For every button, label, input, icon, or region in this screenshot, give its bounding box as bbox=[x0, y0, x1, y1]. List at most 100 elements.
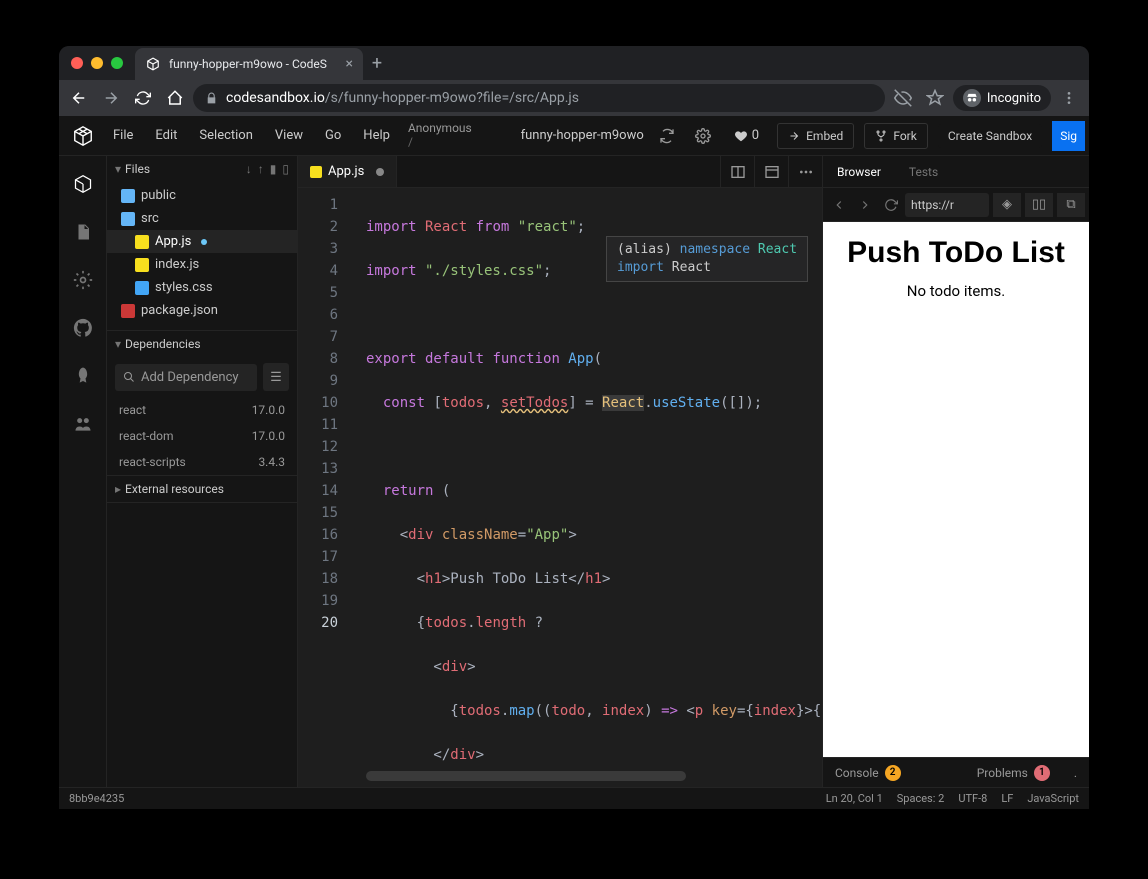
bottom-more[interactable]: . bbox=[1062, 766, 1089, 780]
horizontal-scrollbar[interactable] bbox=[366, 771, 686, 781]
menu-help[interactable]: Help bbox=[353, 122, 400, 149]
files-section-header[interactable]: ▾ Files ↓ ↑ ▮ ▯ bbox=[107, 156, 297, 182]
likes-count[interactable]: 0 bbox=[726, 128, 767, 143]
preview-open-new-icon[interactable]: ⧉ bbox=[1057, 193, 1085, 217]
heart-icon bbox=[734, 129, 748, 143]
js-file-icon bbox=[135, 235, 149, 249]
preview-heading: Push ToDo List bbox=[837, 236, 1075, 270]
layout-icon[interactable] bbox=[754, 156, 788, 188]
incognito-indicator[interactable]: Incognito bbox=[953, 85, 1051, 111]
sync-icon[interactable] bbox=[654, 123, 680, 149]
rail-settings-icon[interactable] bbox=[63, 260, 103, 300]
preview-tab-tests[interactable]: Tests bbox=[895, 156, 952, 187]
file-indexjs[interactable]: index.js bbox=[107, 253, 297, 276]
download-icon[interactable]: ↓ bbox=[246, 162, 252, 176]
editor-tab-appjs[interactable]: App.js bbox=[298, 156, 397, 187]
menu-selection[interactable]: Selection bbox=[189, 122, 262, 149]
browser-tab[interactable]: funny-hopper-m9owo - CodeS × bbox=[135, 48, 363, 80]
js-file-icon bbox=[310, 166, 322, 178]
address-bar[interactable]: codesandbox.io/s/funny-hopper-m9owo?file… bbox=[193, 84, 885, 112]
upload-icon[interactable]: ↑ bbox=[258, 162, 264, 176]
status-eol[interactable]: LF bbox=[1001, 792, 1013, 805]
js-file-icon bbox=[135, 258, 149, 272]
eye-off-icon[interactable] bbox=[889, 84, 917, 112]
dependencies-section-header[interactable]: ▾ Dependencies bbox=[107, 331, 297, 357]
preview-url[interactable]: https://r bbox=[905, 193, 989, 217]
project-name[interactable]: funny-hopper-m9owo bbox=[521, 128, 644, 143]
problems-tab[interactable]: Problems1 bbox=[965, 765, 1062, 781]
back-button[interactable] bbox=[65, 84, 93, 112]
rail-live-icon[interactable] bbox=[63, 404, 103, 444]
status-language[interactable]: JavaScript bbox=[1027, 792, 1079, 805]
status-spaces[interactable]: Spaces: 2 bbox=[897, 792, 945, 805]
dep-react[interactable]: react17.0.0 bbox=[107, 397, 297, 423]
console-tab[interactable]: Console2 bbox=[823, 765, 913, 781]
dep-react-scripts[interactable]: react-scripts3.4.3 bbox=[107, 449, 297, 475]
status-encoding[interactable]: UTF-8 bbox=[958, 792, 987, 805]
preview-tab-browser[interactable]: Browser bbox=[823, 156, 895, 187]
dependency-menu-button[interactable]: ☰ bbox=[263, 363, 289, 391]
menu-file[interactable]: File bbox=[103, 122, 143, 149]
preview-tool-1[interactable]: ◈ bbox=[993, 193, 1021, 217]
forward-button[interactable] bbox=[97, 84, 125, 112]
rail-github-icon[interactable] bbox=[63, 308, 103, 348]
bookmark-star-icon[interactable] bbox=[921, 84, 949, 112]
url-path: /s/funny-hopper-m9owo?file=/src/App.js bbox=[325, 90, 579, 106]
preview-tool-2[interactable]: ▯▯ bbox=[1025, 193, 1053, 217]
reload-button[interactable] bbox=[129, 84, 157, 112]
menu-view[interactable]: View bbox=[265, 122, 313, 149]
file-appjs[interactable]: App.js bbox=[107, 230, 297, 253]
chevron-down-icon: ▾ bbox=[115, 337, 121, 351]
preview-toolbar: https://r ◈ ▯▯ ⧉ bbox=[823, 188, 1089, 222]
browser-toolbar: codesandbox.io/s/funny-hopper-m9owo?file… bbox=[59, 80, 1089, 116]
status-bar: 8bb9e4235 Ln 20, Col 1 Spaces: 2 UTF-8 L… bbox=[59, 787, 1089, 809]
menu-edit[interactable]: Edit bbox=[145, 122, 187, 149]
rail-explorer-icon[interactable] bbox=[63, 164, 103, 204]
external-resources-header[interactable]: ▸ External resources bbox=[107, 476, 297, 502]
folder-open-icon bbox=[121, 212, 135, 226]
file-packagejson[interactable]: package.json bbox=[107, 299, 297, 322]
folder-icon bbox=[121, 189, 135, 203]
preview-back-button[interactable] bbox=[827, 193, 851, 217]
codesandbox-logo-icon[interactable] bbox=[63, 116, 103, 156]
preview-text: No todo items. bbox=[837, 282, 1075, 300]
folder-public[interactable]: public bbox=[107, 184, 297, 207]
close-window-button[interactable] bbox=[71, 57, 83, 69]
file-stylescss[interactable]: styles.css bbox=[107, 276, 297, 299]
close-tab-icon[interactable]: × bbox=[346, 56, 353, 72]
line-gutter: 1234567891011121314151617181920 bbox=[298, 194, 354, 634]
intellisense-tooltip: (alias) namespace React import React bbox=[606, 236, 808, 282]
preview-pane: Browser Tests https://r ◈ ▯▯ ⧉ Push ToDo… bbox=[822, 156, 1089, 787]
status-lncol[interactable]: Ln 20, Col 1 bbox=[826, 792, 883, 805]
rail-file-icon[interactable] bbox=[63, 212, 103, 252]
create-sandbox-button[interactable]: Create Sandbox bbox=[938, 124, 1042, 148]
menu-go[interactable]: Go bbox=[315, 122, 351, 149]
new-folder-icon[interactable]: ▮ bbox=[270, 162, 277, 176]
embed-button[interactable]: Embed bbox=[777, 123, 854, 149]
status-commit[interactable]: 8bb9e4235 bbox=[69, 792, 124, 805]
maximize-window-button[interactable] bbox=[111, 57, 123, 69]
more-icon[interactable] bbox=[788, 156, 822, 188]
home-button[interactable] bbox=[161, 84, 189, 112]
minimize-window-button[interactable] bbox=[91, 57, 103, 69]
dep-react-dom[interactable]: react-dom17.0.0 bbox=[107, 423, 297, 449]
file-tree: public src App.js index.js styles.css pa… bbox=[107, 182, 297, 330]
folder-src[interactable]: src bbox=[107, 207, 297, 230]
new-tab-button[interactable]: + bbox=[363, 53, 391, 74]
fork-button[interactable]: Fork bbox=[864, 123, 928, 149]
signin-button[interactable]: Sig bbox=[1052, 121, 1085, 151]
owner-breadcrumb: Anonymous/ bbox=[408, 122, 472, 148]
add-dependency-input[interactable]: Add Dependency bbox=[115, 364, 257, 391]
preview-iframe[interactable]: Push ToDo List No todo items. bbox=[823, 222, 1089, 757]
preview-reload-button[interactable] bbox=[879, 193, 903, 217]
gear-icon[interactable] bbox=[690, 123, 716, 149]
new-file-icon[interactable]: ▯ bbox=[282, 162, 289, 176]
preview-forward-button[interactable] bbox=[853, 193, 877, 217]
browser-menu-button[interactable] bbox=[1055, 84, 1083, 112]
css-file-icon bbox=[135, 281, 149, 295]
preview-tabs: Browser Tests bbox=[823, 156, 1089, 188]
split-editor-icon[interactable] bbox=[720, 156, 754, 188]
rail-deploy-icon[interactable] bbox=[63, 356, 103, 396]
code-editor[interactable]: 1234567891011121314151617181920 import R… bbox=[298, 188, 822, 787]
preview-bottom-bar: Console2 Problems1 . bbox=[823, 757, 1089, 787]
